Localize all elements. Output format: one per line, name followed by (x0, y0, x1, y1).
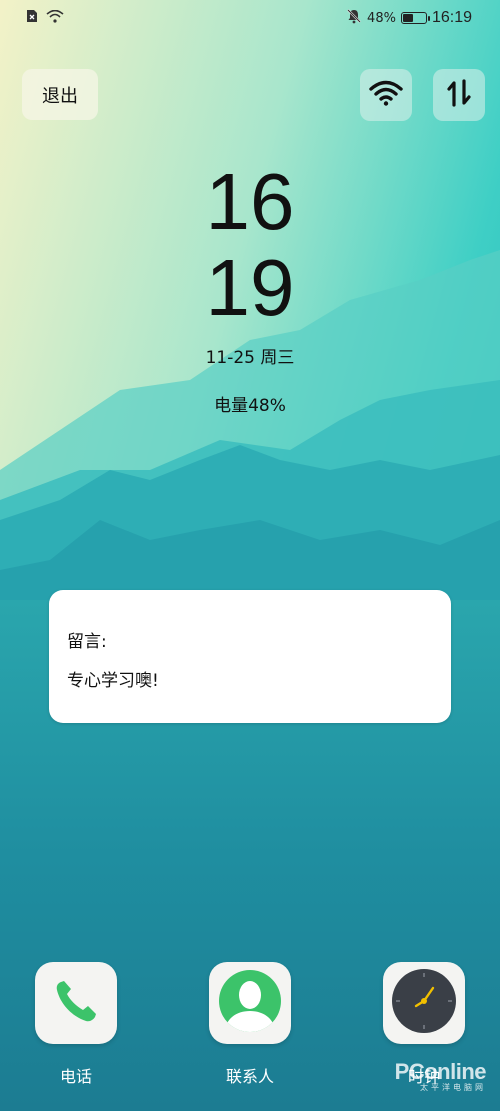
dock-app-contacts[interactable]: 联系人 (209, 962, 291, 1087)
status-bar: 48% 16:19 (0, 0, 500, 34)
sim-off-icon (26, 9, 38, 27)
battery-icon (400, 12, 430, 24)
contacts-app-icon[interactable] (209, 962, 291, 1044)
message-card: 留言: 专心学习噢! (49, 590, 451, 723)
wifi-status-icon (46, 9, 64, 27)
battery-level-text: 电量48% (214, 396, 286, 416)
message-label: 留言: (67, 632, 107, 652)
clock-minutes: 19 (205, 243, 295, 332)
dock-app-phone[interactable]: 电话 (35, 962, 117, 1087)
phone-app-label: 电话 (59, 1067, 92, 1086)
clock-hours: 16 (205, 157, 295, 246)
phone-app-icon[interactable] (35, 962, 117, 1044)
wifi-icon (369, 80, 403, 110)
data-transfer-icon (446, 79, 472, 111)
clock-app-icon[interactable] (383, 962, 465, 1044)
clock-icon (391, 968, 457, 1038)
contacts-icon (218, 969, 282, 1037)
watermark: PConline 太平洋电脑网 (394, 1059, 487, 1093)
watermark-brand: PConline (394, 1059, 487, 1084)
phone-icon (51, 976, 101, 1030)
mobile-data-toggle-button[interactable] (433, 69, 485, 121)
battery-percent: 48% (367, 10, 396, 26)
contacts-app-label: 联系人 (225, 1067, 274, 1086)
status-time: 16:19 (431, 9, 472, 26)
mute-bell-icon (346, 8, 362, 28)
message-text: 专心学习噢! (67, 671, 159, 691)
wifi-toggle-button[interactable] (360, 69, 412, 121)
exit-button[interactable]: 退出 (22, 69, 98, 120)
date-text: 11-25 周三 (205, 348, 295, 368)
